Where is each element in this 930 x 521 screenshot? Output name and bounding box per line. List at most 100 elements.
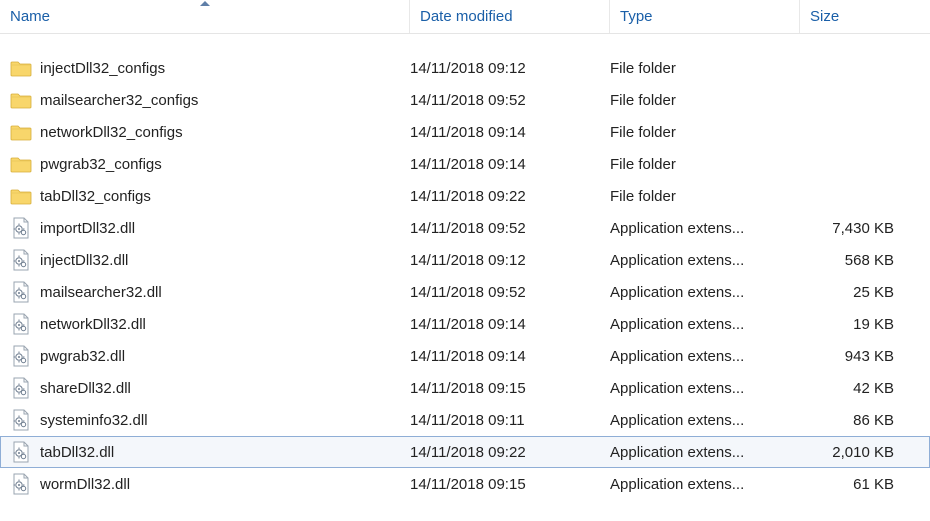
file-row[interactable]: shareDll32.dll 14/11/2018 09:15Applicatio… (0, 372, 930, 404)
file-type-cell: Application extens... (610, 220, 800, 237)
column-header-type[interactable]: Type (610, 0, 800, 33)
file-name-label: injectDll32.dll (40, 252, 128, 269)
file-name-cell: importDll32.dll (0, 217, 410, 239)
file-size-cell: 943 KB (800, 348, 910, 365)
file-name-label: importDll32.dll (40, 220, 135, 237)
file-date-cell: 14/11/2018 09:15 (410, 476, 610, 493)
file-type-cell: Application extens... (610, 348, 800, 365)
file-type-cell: File folder (610, 188, 800, 205)
file-size-cell: 19 KB (800, 316, 910, 333)
file-size-cell: 7,430 KB (800, 220, 910, 237)
folder-icon (10, 185, 32, 207)
file-name-label: pwgrab32.dll (40, 348, 125, 365)
file-row[interactable]: injectDll32.dll 14/11/2018 09:12Applicati… (0, 244, 930, 276)
file-name-label: tabDll32_configs (40, 188, 151, 205)
file-row[interactable]: networkDll32_configs 14/11/2018 09:14File… (0, 116, 930, 148)
dll-file-icon (10, 473, 32, 495)
file-date-cell: 14/11/2018 09:52 (410, 284, 610, 301)
file-row[interactable]: pwgrab32.dll 14/11/2018 09:14Application … (0, 340, 930, 372)
file-row[interactable]: mailsearcher32.dll 14/11/2018 09:52Applic… (0, 276, 930, 308)
file-type-cell: Application extens... (610, 476, 800, 493)
file-name-cell: injectDll32.dll (0, 249, 410, 271)
folder-icon (10, 89, 32, 111)
file-date-cell: 14/11/2018 09:14 (410, 348, 610, 365)
file-row[interactable]: importDll32.dll 14/11/2018 09:52Applicati… (0, 212, 930, 244)
folder-icon (10, 57, 32, 79)
file-name-cell: tabDll32.dll (0, 441, 410, 463)
file-name-label: networkDll32.dll (40, 316, 146, 333)
column-header-name-label: Name (10, 8, 50, 25)
file-type-cell: File folder (610, 60, 800, 77)
dll-file-icon (10, 377, 32, 399)
file-name-cell: networkDll32.dll (0, 313, 410, 335)
file-name-label: pwgrab32_configs (40, 156, 162, 173)
column-header-date[interactable]: Date modified (410, 0, 610, 33)
file-name-label: injectDll32_configs (40, 60, 165, 77)
file-name-label: networkDll32_configs (40, 124, 183, 141)
folder-icon (10, 153, 32, 175)
file-name-cell: shareDll32.dll (0, 377, 410, 399)
file-name-cell: mailsearcher32.dll (0, 281, 410, 303)
file-name-cell: mailsearcher32_configs (0, 89, 410, 111)
file-date-cell: 14/11/2018 09:52 (410, 220, 610, 237)
file-size-cell: 61 KB (800, 476, 910, 493)
file-size-cell: 86 KB (800, 412, 910, 429)
dll-file-icon (10, 217, 32, 239)
file-date-cell: 14/11/2018 09:12 (410, 60, 610, 77)
file-name-label: tabDll32.dll (40, 444, 114, 461)
dll-file-icon (10, 441, 32, 463)
file-name-cell: networkDll32_configs (0, 121, 410, 143)
file-date-cell: 14/11/2018 09:52 (410, 92, 610, 109)
file-name-cell: tabDll32_configs (0, 185, 410, 207)
file-type-cell: Application extens... (610, 252, 800, 269)
file-type-cell: File folder (610, 92, 800, 109)
file-date-cell: 14/11/2018 09:14 (410, 124, 610, 141)
file-row[interactable]: networkDll32.dll 14/11/2018 09:14Applicat… (0, 308, 930, 340)
file-date-cell: 14/11/2018 09:12 (410, 252, 610, 269)
file-type-cell: Application extens... (610, 412, 800, 429)
file-rows-container: injectDll32_configs14/11/2018 09:12File … (0, 34, 930, 500)
file-row[interactable]: injectDll32_configs 14/11/2018 09:12File … (0, 52, 930, 84)
file-date-cell: 14/11/2018 09:22 (410, 444, 610, 461)
column-header-type-label: Type (620, 8, 653, 25)
file-name-label: shareDll32.dll (40, 380, 131, 397)
file-row[interactable]: tabDll32_configs 14/11/2018 09:22File fol… (0, 180, 930, 212)
file-name-cell: systeminfo32.dll (0, 409, 410, 431)
column-header-date-label: Date modified (420, 8, 513, 25)
column-header-size[interactable]: Size (800, 0, 930, 33)
file-type-cell: File folder (610, 124, 800, 141)
file-type-cell: Application extens... (610, 316, 800, 333)
file-date-cell: 14/11/2018 09:22 (410, 188, 610, 205)
file-date-cell: 14/11/2018 09:15 (410, 380, 610, 397)
file-size-cell: 25 KB (800, 284, 910, 301)
file-name-cell: injectDll32_configs (0, 57, 410, 79)
folder-icon (10, 121, 32, 143)
column-header-name[interactable]: Name (0, 0, 410, 33)
file-name-label: wormDll32.dll (40, 476, 130, 493)
file-type-cell: Application extens... (610, 444, 800, 461)
sort-ascending-icon (200, 1, 210, 6)
file-size-cell: 568 KB (800, 252, 910, 269)
file-list-view: Name Date modified Type Size injectDll32… (0, 0, 930, 521)
file-type-cell: Application extens... (610, 284, 800, 301)
file-type-cell: File folder (610, 156, 800, 173)
dll-file-icon (10, 249, 32, 271)
file-row[interactable]: tabDll32.dll 14/11/2018 09:22Application … (0, 436, 930, 468)
file-date-cell: 14/11/2018 09:14 (410, 156, 610, 173)
file-size-cell: 42 KB (800, 380, 910, 397)
dll-file-icon (10, 345, 32, 367)
file-name-cell: pwgrab32.dll (0, 345, 410, 367)
file-date-cell: 14/11/2018 09:11 (410, 412, 610, 429)
column-header-size-label: Size (810, 8, 839, 25)
file-type-cell: Application extens... (610, 380, 800, 397)
file-row[interactable]: systeminfo32.dll14/11/2018 09:11Applicat… (0, 404, 930, 436)
file-name-label: mailsearcher32.dll (40, 284, 162, 301)
file-row[interactable]: wormDll32.dll 14/11/2018 09:15Application… (0, 468, 930, 500)
file-date-cell: 14/11/2018 09:14 (410, 316, 610, 333)
file-row[interactable]: pwgrab32_configs 14/11/2018 09:14File fol… (0, 148, 930, 180)
column-header-row: Name Date modified Type Size (0, 0, 930, 34)
file-size-cell: 2,010 KB (800, 444, 910, 461)
dll-file-icon (10, 281, 32, 303)
dll-file-icon (10, 409, 32, 431)
file-row[interactable]: mailsearcher32_configs14/11/2018 09:52Fi… (0, 84, 930, 116)
